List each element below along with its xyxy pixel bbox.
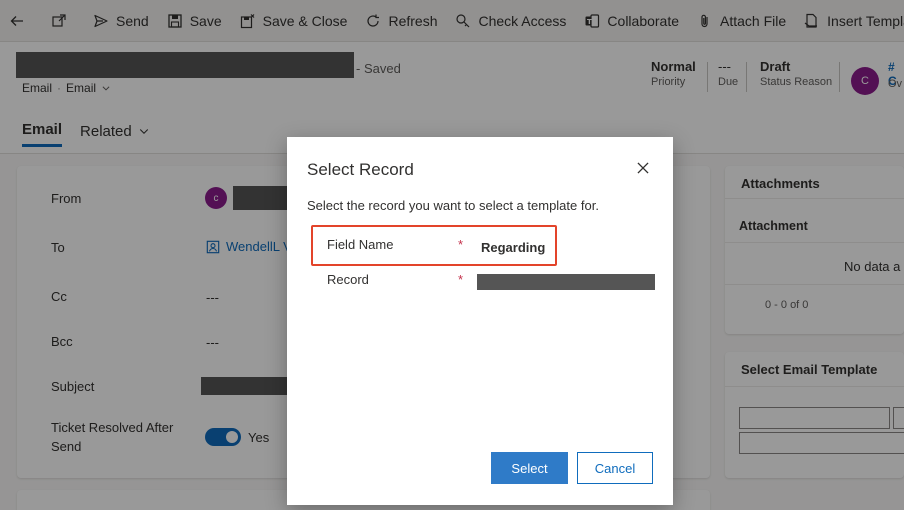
close-icon[interactable] [634, 159, 652, 177]
record-label: Record [327, 272, 369, 287]
cancel-button[interactable]: Cancel [577, 452, 653, 484]
select-record-dialog: Select Record Select the record you want… [287, 137, 673, 505]
field-name-label: Field Name [327, 237, 394, 252]
dialog-subtitle: Select the record you want to select a t… [307, 198, 599, 213]
field-name-required-marker: * [458, 237, 464, 252]
record-required-marker: * [458, 272, 464, 287]
dialog-title: Select Record [307, 160, 414, 179]
record-value-redacted[interactable] [477, 274, 655, 290]
field-name-value[interactable]: Regarding [481, 240, 545, 255]
select-button[interactable]: Select [491, 452, 568, 484]
